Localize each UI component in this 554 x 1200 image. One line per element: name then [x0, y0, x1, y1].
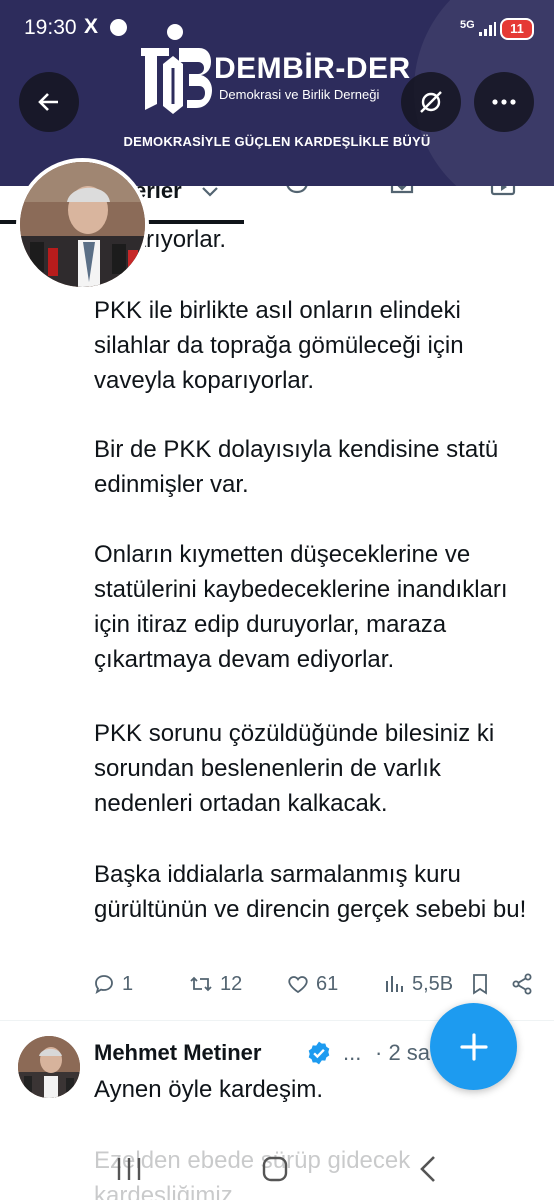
banner-logo-title: DEMBİR-DER	[214, 52, 411, 85]
x-app-icon: X	[84, 15, 99, 38]
tweet-paragraph: Başka iddialarla sarmalanmış kuru gürült…	[94, 861, 527, 923]
tweet-partial-line: koparıyorlar.	[94, 226, 227, 253]
views-action[interactable]: 5,5B	[384, 972, 453, 996]
reply-handle: ...	[343, 1040, 362, 1065]
share-action[interactable]	[510, 972, 534, 996]
reply-icon	[95, 975, 113, 994]
avatar-photo	[20, 162, 145, 287]
back-button[interactable]	[19, 72, 79, 132]
share-icon	[512, 973, 532, 995]
battery-indicator: 11	[500, 18, 534, 40]
bookmark-action[interactable]	[470, 972, 490, 996]
retweet-count: 12	[220, 972, 243, 995]
views-count: 5,5B	[412, 972, 454, 995]
reply-count: 1	[122, 972, 134, 995]
system-nav-bar	[0, 1140, 554, 1200]
network-label: 5G	[460, 19, 475, 31]
more-dots-icon	[492, 99, 516, 105]
more-options-button[interactable]	[474, 72, 534, 132]
tweet-paragraph: Bir de PKK dolayısıyla kendisine statü e…	[94, 436, 499, 498]
avatar-photo	[18, 1036, 80, 1098]
reply-author-name[interactable]: Mehmet Metiner	[94, 1040, 261, 1066]
like-action[interactable]: 61	[286, 972, 338, 996]
tweet-paragraph: Onların kıymetten düşeceklerine ve statü…	[94, 541, 508, 673]
dembir-logo-icon	[141, 24, 212, 114]
back-nav-icon[interactable]	[412, 1152, 446, 1186]
status-time: 19:30	[24, 16, 77, 39]
reply-avatar[interactable]	[18, 1036, 80, 1098]
tweet-paragraph: PKK sorunu çözüldüğünde bilesiniz ki sor…	[94, 720, 495, 817]
messenger-icon	[110, 19, 127, 36]
reply-action[interactable]: 1	[92, 972, 133, 996]
arrow-left-icon	[38, 93, 58, 111]
verified-badge-icon	[308, 1041, 330, 1065]
plus-icon	[459, 1032, 488, 1061]
heart-icon	[288, 976, 308, 994]
signal-icon	[479, 22, 496, 36]
home-icon[interactable]	[258, 1152, 292, 1186]
bookmark-icon	[473, 974, 487, 995]
recents-icon[interactable]	[112, 1152, 146, 1186]
compose-button[interactable]	[430, 1003, 517, 1090]
status-bar: 19:30 X 5G 11	[0, 0, 554, 56]
eye-off-icon	[420, 91, 442, 113]
retweet-icon	[190, 976, 212, 992]
reply-timestamp: · 2 sa	[375, 1040, 431, 1065]
hide-button[interactable]	[401, 72, 461, 132]
banner-logo-subtitle: Demokrasi ve Birlik Derneği	[219, 87, 380, 102]
retweet-action[interactable]: 12	[188, 972, 242, 996]
reply-text: Aynen öyle kardeşim.	[94, 1076, 324, 1103]
tweet-paragraph: PKK ile birlikte asıl onların elindeki s…	[94, 297, 464, 394]
profile-avatar[interactable]	[16, 158, 149, 291]
banner-slogan: DEMOKRASİYLE GÜÇLEN KARDEŞLİKLE BÜYÜ	[123, 134, 431, 149]
like-count: 61	[316, 972, 339, 995]
views-icon	[386, 976, 403, 992]
